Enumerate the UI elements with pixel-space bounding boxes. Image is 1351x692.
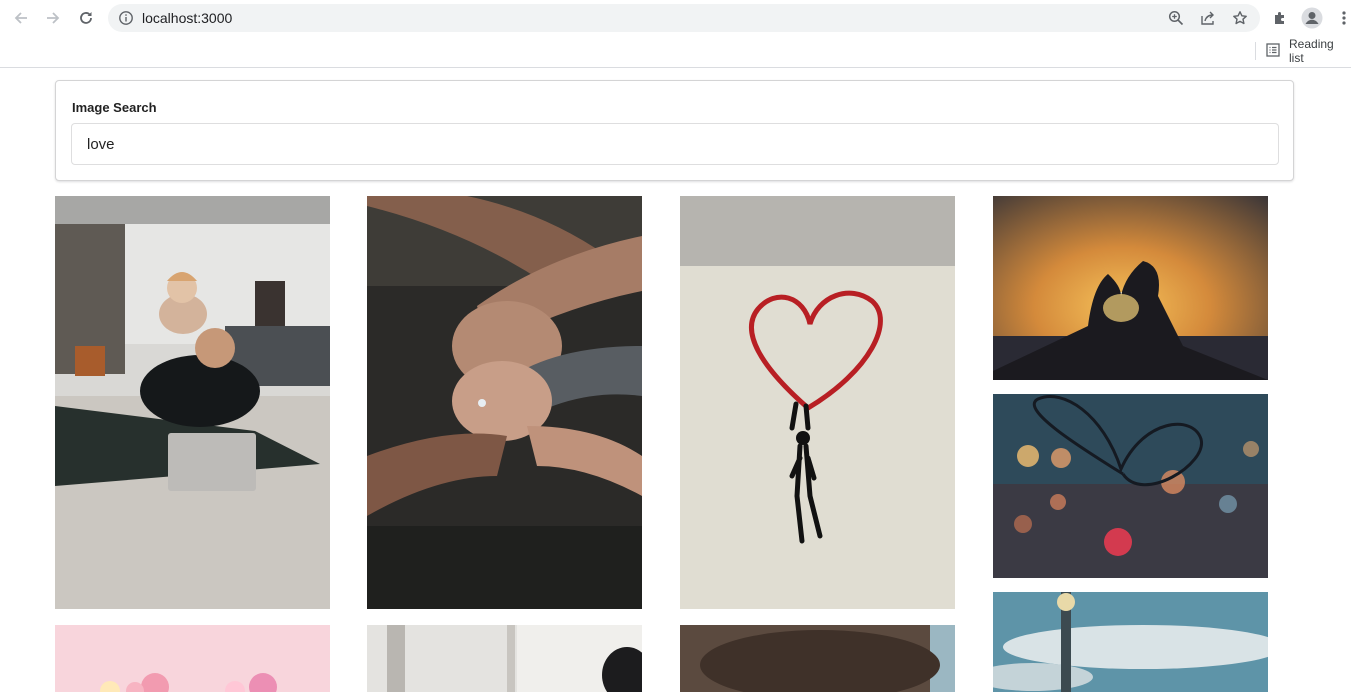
search-card: Image Search (55, 80, 1294, 181)
share-icon[interactable] (1200, 10, 1216, 26)
site-info-icon[interactable] (118, 10, 134, 26)
result-image-clasped-hands[interactable] (367, 196, 642, 609)
browser-toolbar: localhost:3000 (0, 0, 1351, 36)
zoom-icon[interactable] (1168, 10, 1184, 26)
reading-list-button[interactable]: Reading list (1266, 37, 1351, 65)
url-text: localhost:3000 (142, 10, 233, 26)
address-bar[interactable]: localhost:3000 (108, 4, 1260, 32)
reading-list-label: Reading list (1289, 37, 1334, 65)
extensions-icon[interactable] (1268, 6, 1292, 30)
bookmarks-separator (1255, 42, 1256, 60)
result-image-street-lamp[interactable] (993, 592, 1268, 692)
search-label: Image Search (72, 100, 157, 115)
bookmark-star-icon[interactable] (1232, 10, 1248, 26)
reading-list-icon (1266, 42, 1280, 60)
page-content: Image Search (0, 69, 1351, 692)
bookmarks-bar: Reading list (0, 36, 1351, 68)
back-icon[interactable] (9, 6, 33, 30)
result-image-heart-hands-sunset[interactable] (993, 196, 1268, 380)
result-image-heart-bokeh[interactable] (993, 394, 1268, 578)
result-image-heart-graffiti[interactable] (680, 196, 955, 609)
reload-icon[interactable] (74, 6, 98, 30)
forward-icon[interactable] (41, 6, 65, 30)
result-image-window-interior[interactable] (367, 625, 642, 692)
search-input[interactable] (71, 123, 1279, 165)
menu-icon[interactable] (1332, 6, 1351, 30)
profile-icon[interactable] (1300, 6, 1324, 30)
result-image-family-laptop[interactable] (55, 196, 330, 609)
result-image-blurred-closeup[interactable] (680, 625, 955, 692)
result-image-pink-roses[interactable] (55, 625, 330, 692)
